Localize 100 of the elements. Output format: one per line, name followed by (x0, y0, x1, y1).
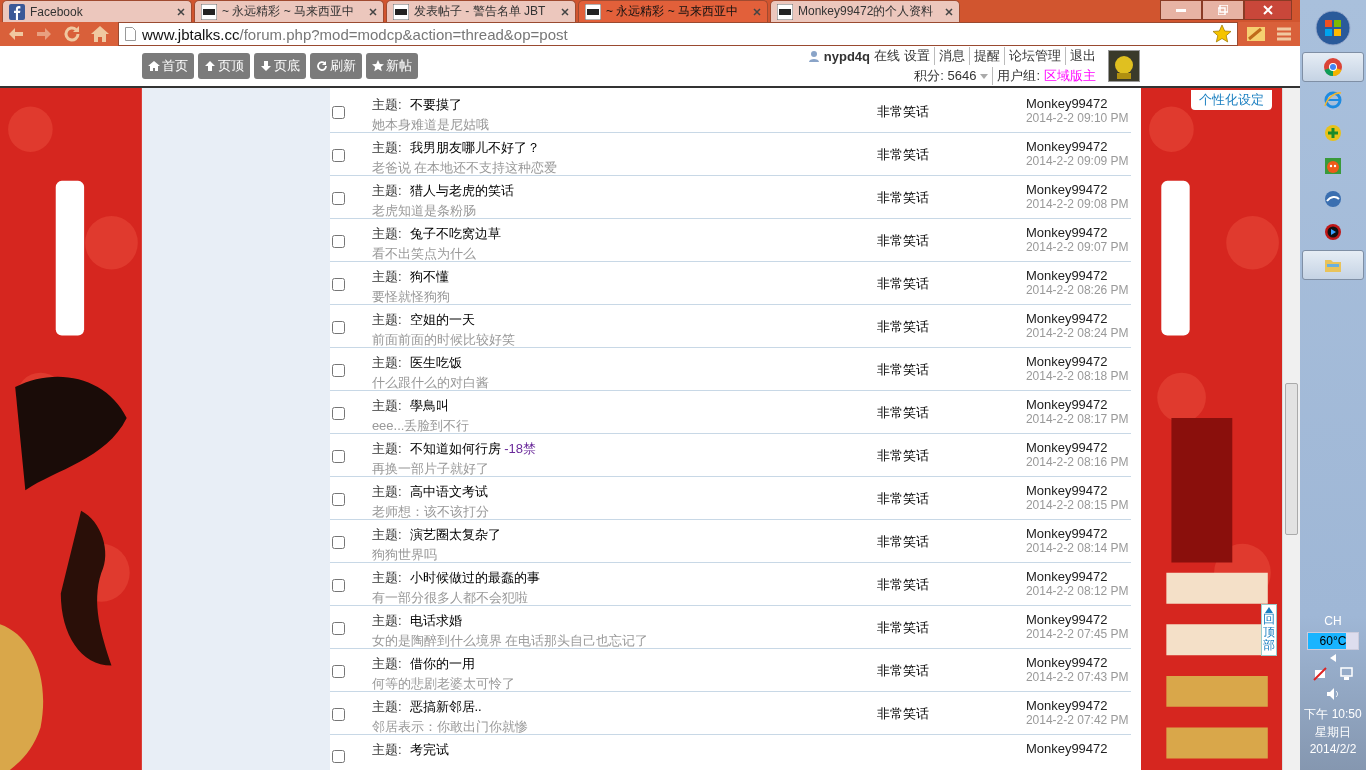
category-text[interactable]: 非常笑话 (876, 534, 929, 549)
close-icon[interactable] (753, 7, 761, 16)
thread-title[interactable]: 學鳥叫 (409, 397, 449, 415)
user-link[interactable]: 在线 (874, 47, 900, 65)
category-text[interactable]: 非常笑话 (876, 362, 929, 377)
row-checkbox[interactable] (331, 105, 345, 119)
address-bar[interactable]: www.jbtalks.cc/forum.php?mod=modcp&action=thread&op=post (118, 22, 1238, 46)
network-icon[interactable] (1338, 666, 1354, 682)
author-name[interactable]: Monkey99472 (1025, 139, 1131, 154)
home-icon[interactable] (90, 24, 110, 44)
thread-title[interactable]: 不要摸了 (409, 96, 462, 114)
thread-title[interactable]: 狗不懂 (409, 268, 449, 286)
thread-title[interactable]: 借你的一用 (409, 655, 475, 673)
user-link[interactable]: 提醒 (969, 47, 1000, 65)
author-name[interactable]: Monkey99472 (1025, 182, 1131, 197)
browser-tab[interactable]: 发表帖子 - 警告名单 JBT (386, 0, 576, 22)
nav-button[interactable]: 页顶 (198, 53, 250, 79)
extension-icon[interactable] (1246, 24, 1266, 44)
row-checkbox[interactable] (331, 578, 345, 592)
row-checkbox[interactable] (331, 664, 345, 678)
row-checkbox[interactable] (331, 749, 345, 763)
row-checkbox[interactable] (331, 148, 345, 162)
thread-title[interactable]: 空姐的一天 (409, 311, 475, 329)
nav-button[interactable]: 页底 (254, 53, 306, 79)
browser-tab[interactable]: Monkey99472的个人资料 (770, 0, 960, 22)
author-name[interactable]: Monkey99472 (1025, 483, 1131, 498)
close-icon[interactable] (945, 7, 953, 16)
row-checkbox[interactable] (331, 277, 345, 291)
browser-tab[interactable]: Facebook (2, 0, 192, 22)
author-name[interactable]: Monkey99472 (1025, 569, 1131, 584)
author-name[interactable]: Monkey99472 (1025, 311, 1131, 326)
author-name[interactable]: Monkey99472 (1025, 440, 1131, 455)
row-checkbox[interactable] (331, 320, 345, 334)
user-link[interactable]: 设置 (904, 47, 930, 65)
category-text[interactable]: 非常笑话 (876, 276, 929, 291)
author-name[interactable]: Monkey99472 (1025, 655, 1131, 670)
thread-title[interactable]: 兔子不吃窝边草 (409, 225, 501, 243)
row-checkbox[interactable] (331, 191, 345, 205)
nav-button[interactable]: 刷新 (310, 53, 362, 79)
author-name[interactable]: Monkey99472 (1025, 526, 1131, 541)
user-link[interactable]: 论坛管理 (1004, 47, 1061, 65)
author-name[interactable]: Monkey99472 (1025, 397, 1131, 412)
thread-title[interactable]: 高中语文考试 (409, 483, 488, 501)
thread-title[interactable]: 医生吃饭 (409, 354, 462, 372)
category-text[interactable]: 非常笑话 (876, 577, 929, 592)
close-icon[interactable] (177, 7, 185, 16)
personalize-button[interactable]: 个性化设定 (1191, 90, 1272, 110)
restore-button[interactable] (1202, 0, 1244, 20)
thread-title[interactable]: 恶搞新邻居.. (409, 698, 482, 716)
thread-title[interactable]: 猎人与老虎的笑话 (409, 182, 514, 200)
scrollbar[interactable] (1282, 88, 1300, 770)
category-text[interactable]: 非常笑话 (876, 706, 929, 721)
thread-title[interactable]: 小时候做过的最蠢的事 (409, 569, 540, 587)
power-plug-icon[interactable] (1312, 666, 1328, 682)
thread-title[interactable]: 考完试 (409, 741, 449, 759)
author-name[interactable]: Monkey99472 (1025, 741, 1131, 756)
nav-button[interactable]: 首页 (142, 53, 194, 79)
thread-title[interactable]: 演艺圈太复杂了 (409, 526, 501, 544)
caret-icon[interactable] (980, 73, 989, 79)
row-checkbox[interactable] (331, 449, 345, 463)
row-checkbox[interactable] (331, 406, 345, 420)
show-hidden-icon[interactable] (1330, 654, 1336, 662)
back-to-top-button[interactable]: 回顶部 (1261, 604, 1277, 656)
thread-title[interactable]: 我男朋友哪儿不好了？ (409, 139, 540, 157)
category-text[interactable]: 非常笑话 (876, 104, 929, 119)
category-text[interactable]: 非常笑话 (876, 319, 929, 334)
row-checkbox[interactable] (331, 535, 345, 549)
bookmark-star-icon[interactable] (1213, 25, 1231, 43)
points-text[interactable]: 积分: 5646 (914, 67, 977, 85)
minimize-button[interactable] (1160, 0, 1202, 20)
username[interactable]: nypd4q (823, 48, 870, 64)
category-text[interactable]: 非常笑话 (876, 190, 929, 205)
browser-tab[interactable]: ~ 永远精彩 ~ 马来西亚中 (194, 0, 384, 22)
category-text[interactable]: 非常笑话 (876, 663, 929, 678)
category-text[interactable]: 非常笑话 (876, 233, 929, 248)
reload-icon[interactable] (62, 24, 82, 44)
author-name[interactable]: Monkey99472 (1025, 225, 1131, 240)
row-checkbox[interactable] (331, 363, 345, 377)
category-text[interactable]: 非常笑话 (876, 448, 929, 463)
author-name[interactable]: Monkey99472 (1025, 96, 1131, 111)
thread-title[interactable]: 不知道如何行房 -18禁 (409, 440, 536, 458)
category-text[interactable]: 非常笑话 (876, 147, 929, 162)
close-button[interactable] (1244, 0, 1292, 20)
close-icon[interactable] (369, 7, 377, 16)
close-icon[interactable] (561, 7, 569, 16)
row-checkbox[interactable] (331, 234, 345, 248)
thread-title[interactable]: 电话求婚 (409, 612, 462, 630)
avatar[interactable] (1108, 50, 1140, 82)
row-checkbox[interactable] (331, 492, 345, 506)
category-text[interactable]: 非常笑话 (876, 491, 929, 506)
author-name[interactable]: Monkey99472 (1025, 354, 1131, 369)
user-link[interactable]: 退出 (1065, 47, 1096, 65)
author-name[interactable]: Monkey99472 (1025, 268, 1131, 283)
category-text[interactable]: 非常笑话 (876, 620, 929, 635)
user-link[interactable]: 消息 (934, 47, 965, 65)
row-checkbox[interactable] (331, 707, 345, 721)
start-button[interactable] (1315, 10, 1351, 46)
author-name[interactable]: Monkey99472 (1025, 698, 1131, 713)
author-name[interactable]: Monkey99472 (1025, 612, 1131, 627)
browser-tab[interactable]: ~ 永远精彩 ~ 马来西亚中 (578, 0, 768, 22)
